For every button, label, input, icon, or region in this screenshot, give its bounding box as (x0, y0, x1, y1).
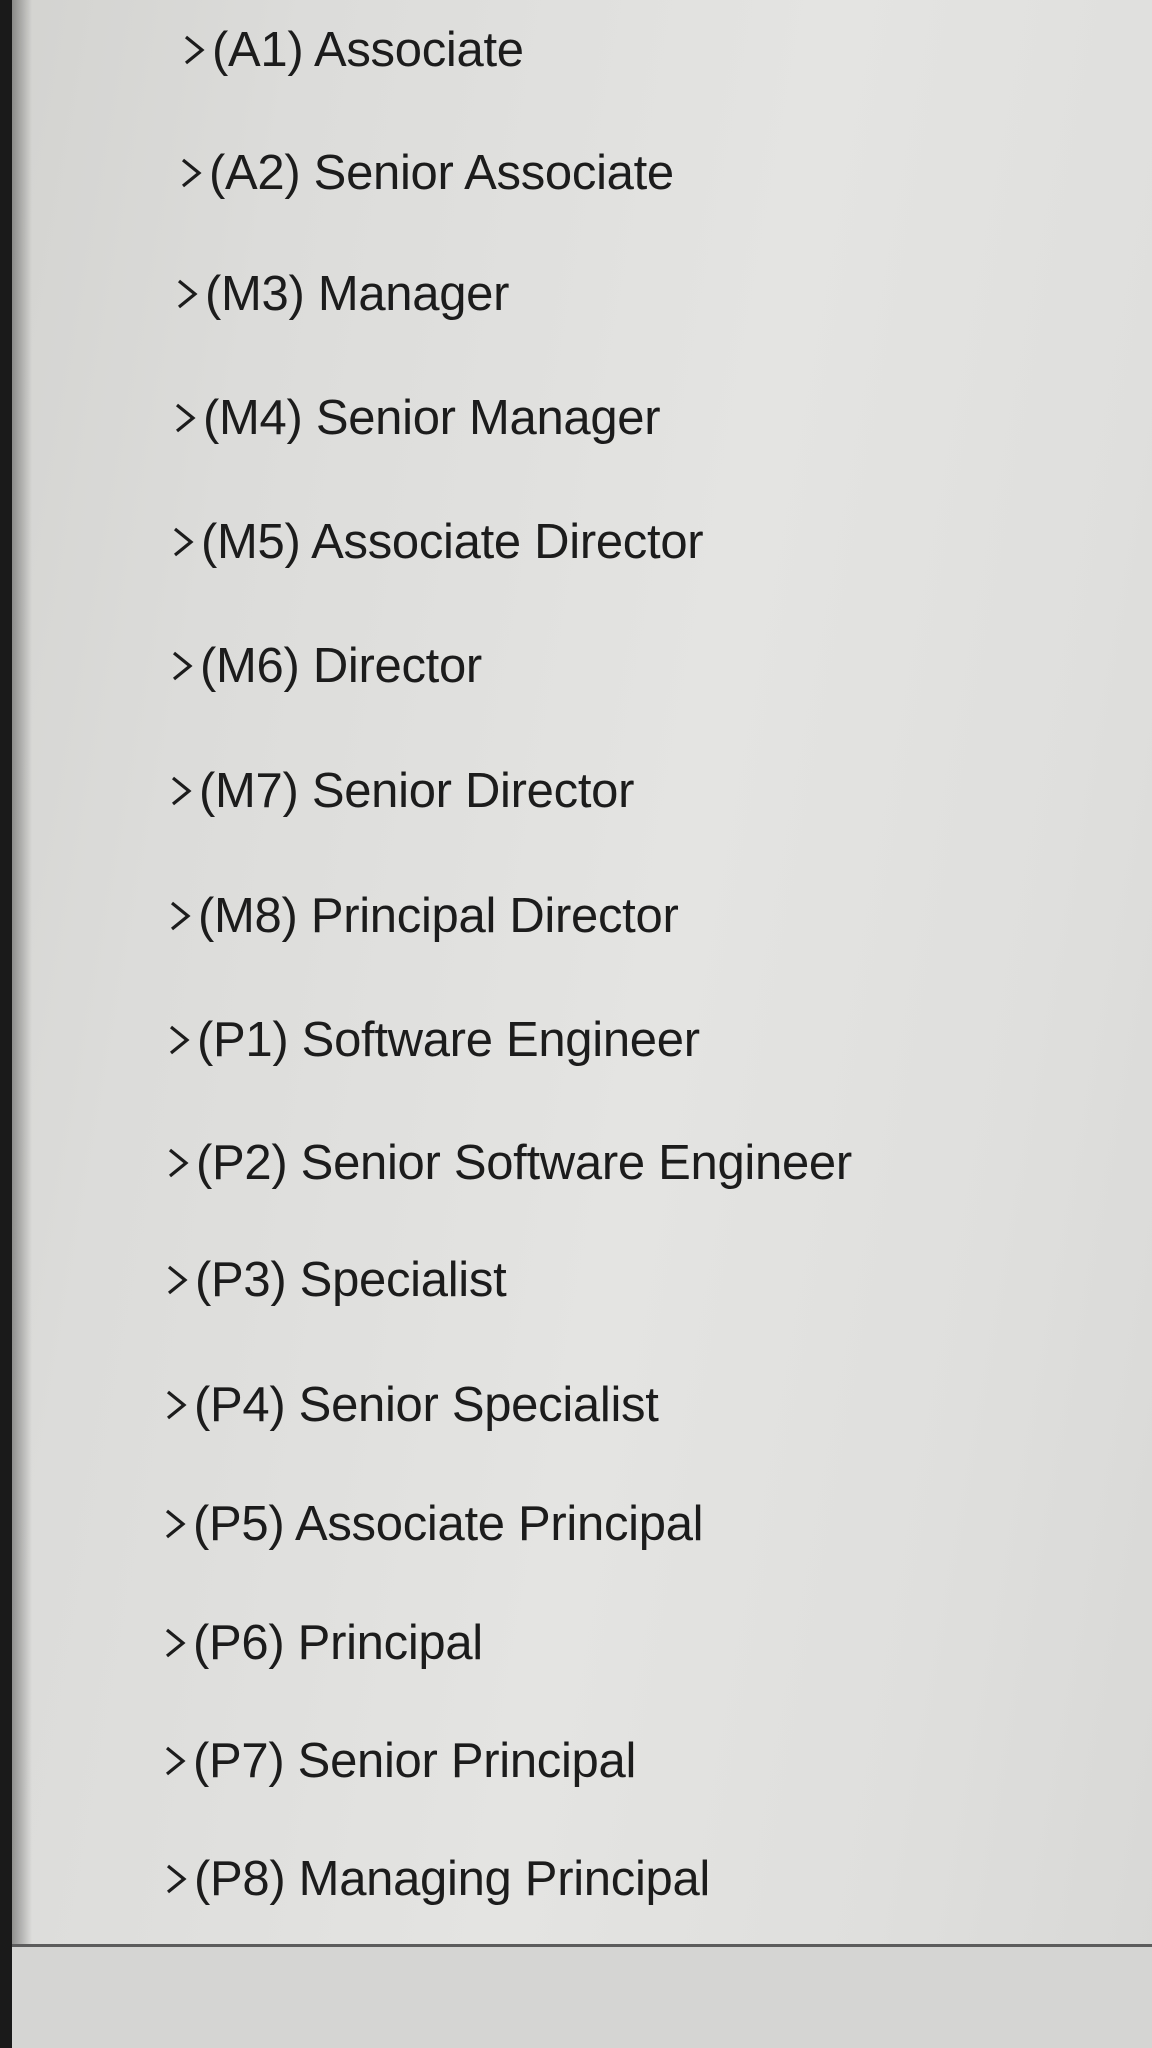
bottom-panel (12, 1947, 1152, 2048)
bezel-shadow (12, 0, 32, 2048)
chevron-right-icon[interactable] (164, 1145, 192, 1181)
tree-item[interactable]: (M5) Associate Director (169, 507, 704, 577)
chevron-right-icon[interactable] (162, 1861, 190, 1897)
chevron-right-icon[interactable] (165, 1022, 193, 1058)
chevron-right-icon[interactable] (168, 648, 196, 684)
chevron-right-icon[interactable] (177, 155, 205, 191)
tree-item-label: (P8) Managing Principal (194, 1851, 711, 1906)
tree-item[interactable]: (A2) Senior Associate (177, 138, 674, 208)
chevron-right-icon[interactable] (167, 773, 195, 809)
tree-item[interactable]: (P5) Associate Principal (161, 1489, 704, 1559)
chevron-right-icon[interactable] (163, 1262, 191, 1298)
tree-item[interactable]: (A1) Associate (180, 15, 524, 85)
tree-item-label: (P7) Senior Principal (193, 1733, 637, 1788)
screen: (A1) Associate (A2) Senior Associate (M3… (12, 0, 1152, 2048)
tree-item[interactable]: (P3) Specialist (163, 1245, 507, 1315)
tree-item[interactable]: (P4) Senior Specialist (162, 1370, 659, 1440)
tree-item-label: (M6) Director (200, 638, 482, 693)
tree-item-label: (P5) Associate Principal (193, 1496, 704, 1551)
tree-item-label: (M8) Principal Director (198, 888, 679, 943)
tree-item[interactable]: (P6) Principal (161, 1608, 483, 1678)
tree-item[interactable]: (M7) Senior Director (167, 756, 634, 826)
chevron-right-icon[interactable] (161, 1743, 189, 1779)
tree-item[interactable]: (P1) Software Engineer (165, 1005, 700, 1075)
tree-item-label: (P4) Senior Specialist (194, 1377, 659, 1432)
chevron-right-icon[interactable] (162, 1387, 190, 1423)
tree-item-label: (M7) Senior Director (199, 763, 635, 818)
tree-item[interactable]: (P8) Managing Principal (162, 1844, 710, 1914)
chevron-right-icon[interactable] (180, 32, 208, 68)
chevron-right-icon[interactable] (166, 898, 194, 934)
tree-item-label: (A2) Senior Associate (209, 145, 674, 200)
chevron-right-icon[interactable] (169, 524, 197, 560)
tree-item[interactable]: (M3) Manager (173, 259, 509, 329)
chevron-right-icon[interactable] (173, 276, 201, 312)
tree-item-label: (P1) Software Engineer (197, 1012, 700, 1067)
tree-item-label: (M3) Manager (205, 266, 510, 321)
chevron-right-icon[interactable] (161, 1506, 189, 1542)
tree-item-label: (P6) Principal (193, 1615, 483, 1670)
tree-item[interactable]: (P7) Senior Principal (161, 1726, 636, 1796)
chevron-right-icon[interactable] (171, 400, 199, 436)
tree-item-label: (P3) Specialist (195, 1252, 507, 1307)
tree-item[interactable]: (M8) Principal Director (166, 881, 679, 951)
tree-item[interactable]: (M6) Director (168, 631, 482, 701)
tree-item-label: (P2) Senior Software Engineer (196, 1135, 852, 1190)
tree-item-label: (M5) Associate Director (201, 514, 704, 569)
tree-item[interactable]: (M4) Senior Manager (171, 383, 661, 453)
chevron-right-icon[interactable] (161, 1625, 189, 1661)
tree-item-label: (M4) Senior Manager (203, 390, 661, 445)
tree-item[interactable]: (P2) Senior Software Engineer (164, 1128, 852, 1198)
tree-item-label: (A1) Associate (212, 22, 524, 77)
